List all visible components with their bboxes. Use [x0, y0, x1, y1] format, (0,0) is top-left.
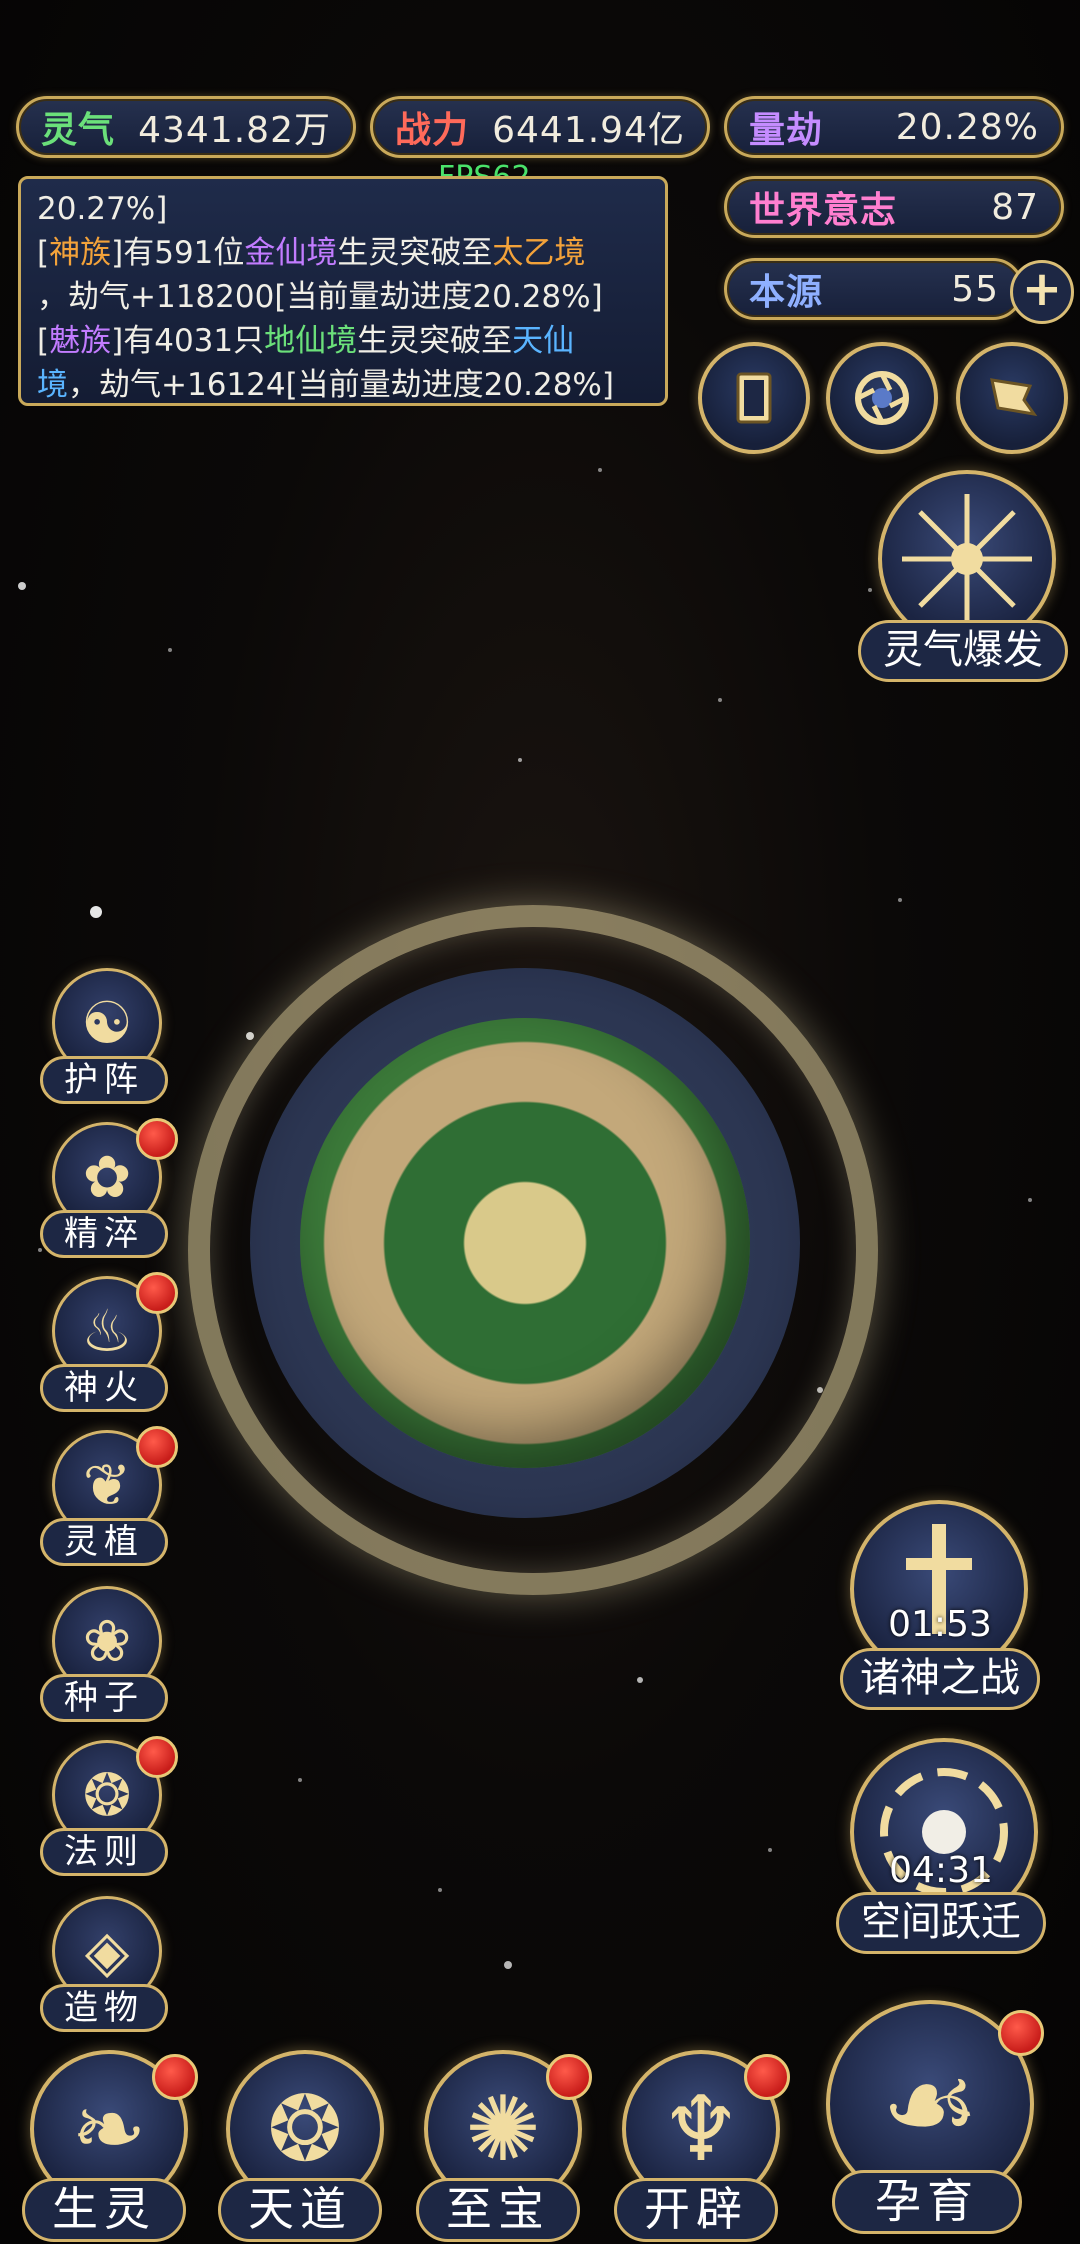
space-leap-button[interactable]: 04:31 空间跃迁	[836, 1738, 1046, 1954]
lingqi-burst-button[interactable]: 灵气爆发	[858, 470, 1068, 690]
log-realm-taiyi: 太乙境	[492, 235, 586, 271]
side-menu-ling-zhi-button[interactable]: ❦ 灵植	[40, 1426, 178, 1570]
trophy-icon-button[interactable]	[956, 342, 1068, 454]
log-bracket: [	[37, 235, 50, 271]
log-entry-2: [魅族]有4031只地仙境生灵突破至天仙	[37, 319, 649, 363]
side-menu-zhong-zi-button[interactable]: ❀ 种子	[40, 1586, 170, 1726]
burst-star-icon	[902, 494, 1032, 624]
benyuan-label: 本源	[749, 272, 824, 313]
log-entry-1: [神族]有591位金仙境生灵突破至太乙境	[37, 231, 649, 275]
side-menu-shen-huo-button[interactable]: ♨ 神火	[40, 1272, 178, 1416]
liangjie-value: 20.28%	[895, 106, 1039, 148]
log-line-prev: 20.27%]	[37, 191, 168, 227]
shijie-label: 世界意志	[749, 190, 898, 231]
log-bracket: [	[37, 323, 50, 359]
log-entry-1-cont: ，劫气+118200[当前量劫进度20.28%]	[37, 279, 603, 315]
bottom-nav-sheng-ling-button[interactable]: ❧ 生灵	[12, 2040, 198, 2242]
lingqi-label: 灵气	[41, 110, 116, 151]
log-bracket: ]	[111, 323, 124, 359]
shijie-yizhi-bar[interactable]: 世界意志 87	[724, 176, 1064, 238]
log-text: 有4031只	[123, 323, 265, 359]
ribbon-flag-icon	[990, 378, 1038, 417]
liangjie-label: 量劫	[749, 110, 824, 151]
bottom-nav-label: 天道	[218, 2178, 382, 2242]
bottom-nav-label: 至宝	[416, 2178, 580, 2242]
notification-badge	[546, 2054, 592, 2100]
world-planet[interactable]	[300, 1018, 750, 1468]
portal-icon-button[interactable]	[826, 342, 938, 454]
side-menu-hu-zhen-button[interactable]: ☯ 护阵	[40, 968, 170, 1108]
zhanli-resource-bar: 战力 6441.94亿	[370, 96, 710, 158]
log-realm-tianxian: 天仙	[512, 323, 575, 359]
event-log-panel: 20.27%] [神族]有591位金仙境生灵突破至太乙境 ，劫气+118200[…	[18, 176, 668, 406]
log-text: 生灵突破至	[337, 235, 493, 271]
benyuan-add-button[interactable]: +	[1010, 260, 1074, 324]
notification-badge	[744, 2054, 790, 2100]
bottom-nav-label: 孕育	[832, 2170, 1022, 2234]
zhushen-battle-button[interactable]: 01:53 诸神之战	[840, 1500, 1040, 1710]
benyuan-value: 55	[951, 268, 999, 310]
notification-badge	[136, 1736, 178, 1778]
shijie-value: 87	[991, 186, 1039, 228]
lingqi-value: 4341.82万	[138, 110, 331, 151]
benyuan-bar: 本源 55	[724, 258, 1024, 320]
log-text: ，劫气+16124[当前量劫进度20.28%]	[68, 367, 614, 403]
log-entry-2-cont: 境，劫气+16124[当前量劫进度20.28%]	[37, 363, 649, 407]
battle-timer: 01:53	[888, 1604, 992, 1645]
side-menu-fa-ze-button[interactable]: ❂ 法则	[40, 1736, 178, 1880]
log-race-shenzu: 神族	[49, 235, 112, 271]
bottom-nav-label: 生灵	[22, 2178, 186, 2242]
log-realm-tianxian-suffix: 境	[37, 367, 68, 403]
bottom-nav-kai-pi-button[interactable]: ♆ 开辟	[604, 2040, 790, 2242]
side-menu-label: 造物	[40, 1984, 168, 2032]
side-menu-jing-cui-button[interactable]: ✿ 精淬	[40, 1118, 178, 1262]
side-menu-label: 神火	[40, 1364, 168, 1412]
notification-badge	[136, 1118, 178, 1160]
side-menu-label: 法则	[40, 1828, 168, 1876]
card-icon	[736, 372, 772, 424]
notification-badge	[998, 2010, 1044, 2056]
log-text: 生灵突破至	[357, 323, 513, 359]
liangjie-resource-bar[interactable]: 量劫 20.28%	[724, 96, 1064, 158]
log-realm-dixian: 地仙境	[264, 323, 358, 359]
leap-timer: 04:31	[889, 1850, 993, 1891]
side-menu-label: 护阵	[40, 1056, 168, 1104]
side-menu-label: 种子	[40, 1674, 168, 1722]
notification-badge	[136, 1272, 178, 1314]
log-bracket: ]	[111, 235, 124, 271]
log-text: 有591位	[123, 235, 245, 271]
bottom-nav-yun-yu-button[interactable]: ☙ 孕育	[812, 1990, 1044, 2234]
side-menu-label: 精淬	[40, 1210, 168, 1258]
zhanli-value: 6441.94亿	[492, 110, 685, 151]
bottom-nav-label: 开辟	[614, 2178, 778, 2242]
portal-swirl-icon	[855, 371, 909, 425]
zhanli-label: 战力	[395, 110, 470, 151]
card-icon-button[interactable]	[698, 342, 810, 454]
side-menu-zao-wu-button[interactable]: ◈ 造物	[40, 1896, 170, 2036]
leap-label: 空间跃迁	[836, 1892, 1046, 1954]
notification-badge	[136, 1426, 178, 1468]
side-menu-label: 灵植	[40, 1518, 168, 1566]
battle-label: 诸神之战	[840, 1648, 1040, 1710]
lingqi-resource-bar: 灵气 4341.82万	[16, 96, 356, 158]
bottom-nav-zhi-bao-button[interactable]: ✺ 至宝	[406, 2040, 592, 2242]
log-race-meizu: 魅族	[49, 323, 112, 359]
log-realm-jinxian: 金仙境	[244, 235, 338, 271]
notification-badge	[152, 2054, 198, 2100]
bottom-nav-tian-dao-button[interactable]: ❂ 天道	[208, 2040, 388, 2242]
burst-label: 灵气爆发	[858, 620, 1068, 682]
